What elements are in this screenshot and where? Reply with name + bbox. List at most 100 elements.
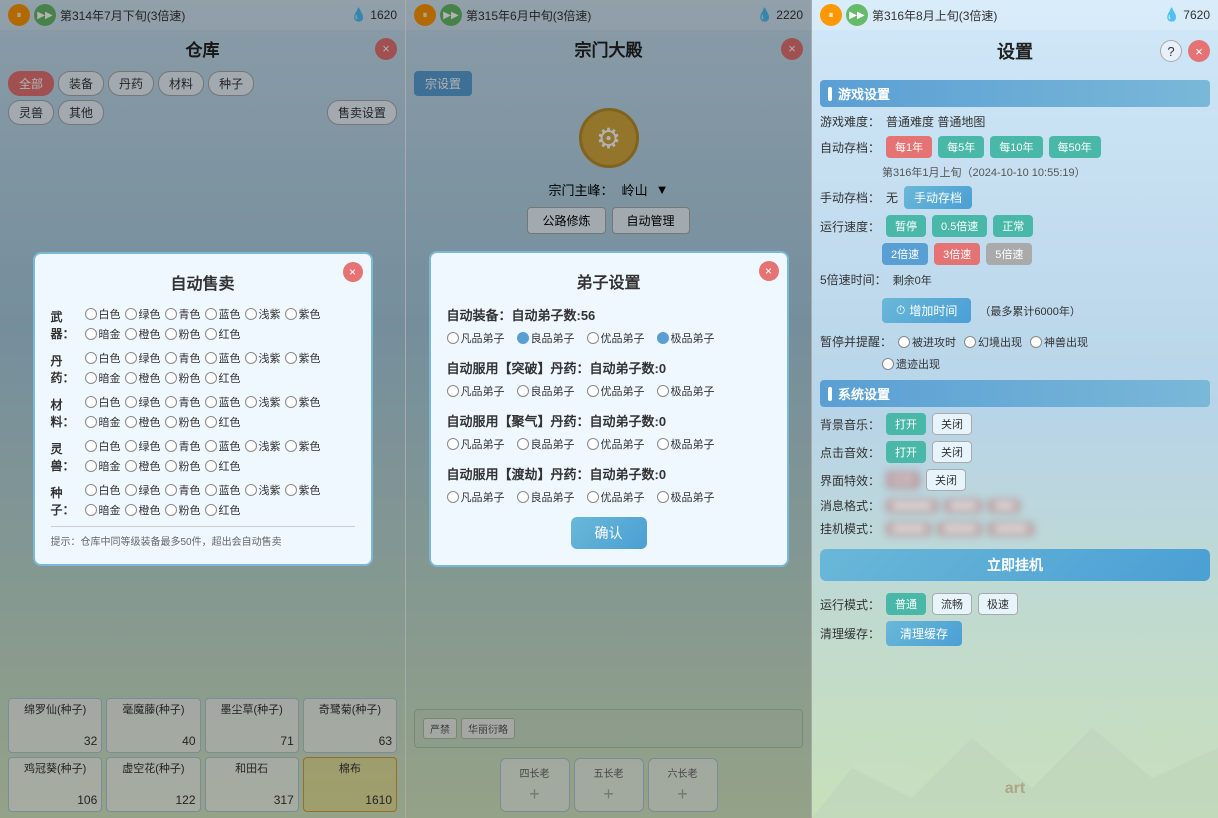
weapon-blue[interactable]: 蓝色 [205, 306, 241, 322]
msg-format-blurred2[interactable]: ■■■■ [944, 499, 983, 513]
run-mode-fast-button[interactable]: 极速 [978, 593, 1018, 615]
pill-blue[interactable]: 蓝色 [205, 350, 241, 366]
pill-red[interactable]: 红色 [205, 370, 241, 386]
pill-light-purple[interactable]: 浅紫 [245, 350, 281, 366]
dj-good[interactable]: 良品弟子 [517, 489, 575, 505]
mat-orange[interactable]: 橙色 [125, 414, 161, 430]
jq-good[interactable]: 良品弟子 [517, 436, 575, 452]
seed-pink[interactable]: 粉色 [165, 502, 201, 518]
spirit-light-purple[interactable]: 浅紫 [245, 438, 281, 454]
spirit-green[interactable]: 绿色 [125, 438, 161, 454]
settings-fast-button[interactable]: ▶▶ [846, 4, 868, 26]
run-mode-normal-button[interactable]: 普通 [886, 593, 926, 615]
pill-cyan[interactable]: 青色 [165, 350, 201, 366]
mat-blue[interactable]: 蓝色 [205, 394, 241, 410]
mat-red[interactable]: 红色 [205, 414, 241, 430]
autosave-1yr-button[interactable]: 每1年 [886, 136, 932, 158]
speed-3x-button[interactable]: 3倍速 [934, 243, 980, 265]
mat-cyan[interactable]: 青色 [165, 394, 201, 410]
speed-pause-button[interactable]: 暂停 [886, 215, 926, 237]
add-time-button[interactable]: ⏱ 增加时间 [882, 298, 971, 323]
equip-premium[interactable]: 极品弟子 [657, 330, 715, 346]
warn-ruins[interactable]: 遗迹出现 [882, 356, 940, 372]
seed-green[interactable]: 绿色 [125, 482, 161, 498]
help-button[interactable]: ? [1160, 40, 1182, 62]
speed-half-button[interactable]: 0.5倍速 [932, 215, 987, 237]
seed-orange[interactable]: 橙色 [125, 502, 161, 518]
bt-good[interactable]: 良品弟子 [517, 383, 575, 399]
weapon-dark-gold[interactable]: 暗金 [85, 326, 121, 342]
spirit-purple[interactable]: 紫色 [285, 438, 321, 454]
msg-format-blurred[interactable]: ■■■■■■ [886, 499, 938, 513]
pill-white[interactable]: 白色 [85, 350, 121, 366]
bg-music-on-button[interactable]: 打开 [886, 413, 926, 435]
equip-excellent[interactable]: 优品弟子 [587, 330, 645, 346]
equip-good[interactable]: 良品弟子 [517, 330, 575, 346]
autosave-10yr-button[interactable]: 每10年 [990, 136, 1042, 158]
dj-premium[interactable]: 极品弟子 [657, 489, 715, 505]
spirit-pink[interactable]: 粉色 [165, 458, 201, 474]
autosave-5yr-button[interactable]: 每5年 [938, 136, 984, 158]
autosave-50yr-button[interactable]: 每50年 [1049, 136, 1101, 158]
jq-excellent[interactable]: 优品弟子 [587, 436, 645, 452]
weapon-pink[interactable]: 粉色 [165, 326, 201, 342]
seed-purple[interactable]: 紫色 [285, 482, 321, 498]
jq-normal[interactable]: 凡品弟子 [447, 436, 505, 452]
spirit-orange[interactable]: 橙色 [125, 458, 161, 474]
pill-orange[interactable]: 橙色 [125, 370, 161, 386]
hang-now-button[interactable]: 立即挂机 [820, 549, 1210, 581]
pill-pink[interactable]: 粉色 [165, 370, 201, 386]
mat-green[interactable]: 绿色 [125, 394, 161, 410]
warn-spirit[interactable]: 神兽出现 [1030, 334, 1088, 350]
weapon-purple[interactable]: 紫色 [285, 306, 321, 322]
bg-music-off-button[interactable]: 关闭 [932, 413, 972, 435]
spirit-dark-gold[interactable]: 暗金 [85, 458, 121, 474]
seed-white[interactable]: 白色 [85, 482, 121, 498]
weapon-orange[interactable]: 橙色 [125, 326, 161, 342]
dj-normal[interactable]: 凡品弟子 [447, 489, 505, 505]
pill-purple[interactable]: 紫色 [285, 350, 321, 366]
weapon-red[interactable]: 红色 [205, 326, 241, 342]
dj-excellent[interactable]: 优品弟子 [587, 489, 645, 505]
hang-mode-blurred[interactable]: ■■■■■ [886, 522, 931, 536]
spirit-cyan[interactable]: 青色 [165, 438, 201, 454]
warn-illusion[interactable]: 幻境出现 [964, 334, 1022, 350]
seed-light-purple[interactable]: 浅紫 [245, 482, 281, 498]
speed-5x-button[interactable]: 5倍速 [986, 243, 1032, 265]
bt-normal[interactable]: 凡品弟子 [447, 383, 505, 399]
spirit-blue[interactable]: 蓝色 [205, 438, 241, 454]
disciple-confirm-button[interactable]: 确认 [571, 517, 647, 549]
seed-red[interactable]: 红色 [205, 502, 241, 518]
clear-cache-button[interactable]: 清理缓存 [886, 621, 962, 646]
click-sound-on-button[interactable]: 打开 [886, 441, 926, 463]
seed-blue[interactable]: 蓝色 [205, 482, 241, 498]
pill-green[interactable]: 绿色 [125, 350, 161, 366]
weapon-green[interactable]: 绿色 [125, 306, 161, 322]
ui-effect-on-blurred[interactable]: 打开 [886, 471, 920, 489]
weapon-white[interactable]: 白色 [85, 306, 121, 322]
seed-dark-gold[interactable]: 暗金 [85, 502, 121, 518]
bt-excellent[interactable]: 优品弟子 [587, 383, 645, 399]
mat-light-purple[interactable]: 浅紫 [245, 394, 281, 410]
run-mode-smooth-button[interactable]: 流畅 [932, 593, 972, 615]
manual-save-button[interactable]: 手动存档 [904, 186, 972, 209]
mat-pink[interactable]: 粉色 [165, 414, 201, 430]
mat-white[interactable]: 白色 [85, 394, 121, 410]
mat-purple[interactable]: 紫色 [285, 394, 321, 410]
mat-dark-gold[interactable]: 暗金 [85, 414, 121, 430]
equip-normal[interactable]: 凡品弟子 [447, 330, 505, 346]
disciple-close[interactable]: × [759, 261, 779, 281]
hang-mode-blurred2[interactable]: ■■■■■ [937, 522, 982, 536]
weapon-cyan[interactable]: 青色 [165, 306, 201, 322]
auto-sell-close[interactable]: × [343, 262, 363, 282]
warn-attack[interactable]: 被进攻时 [898, 334, 956, 350]
seed-cyan[interactable]: 青色 [165, 482, 201, 498]
speed-2x-button[interactable]: 2倍速 [882, 243, 928, 265]
pill-dark-gold[interactable]: 暗金 [85, 370, 121, 386]
spirit-white[interactable]: 白色 [85, 438, 121, 454]
bt-premium[interactable]: 极品弟子 [657, 383, 715, 399]
speed-normal-button[interactable]: 正常 [993, 215, 1033, 237]
click-sound-off-button[interactable]: 关闭 [932, 441, 972, 463]
settings-pause-button[interactable]: ⏸ [820, 4, 842, 26]
settings-close-button[interactable]: × [1188, 40, 1210, 62]
